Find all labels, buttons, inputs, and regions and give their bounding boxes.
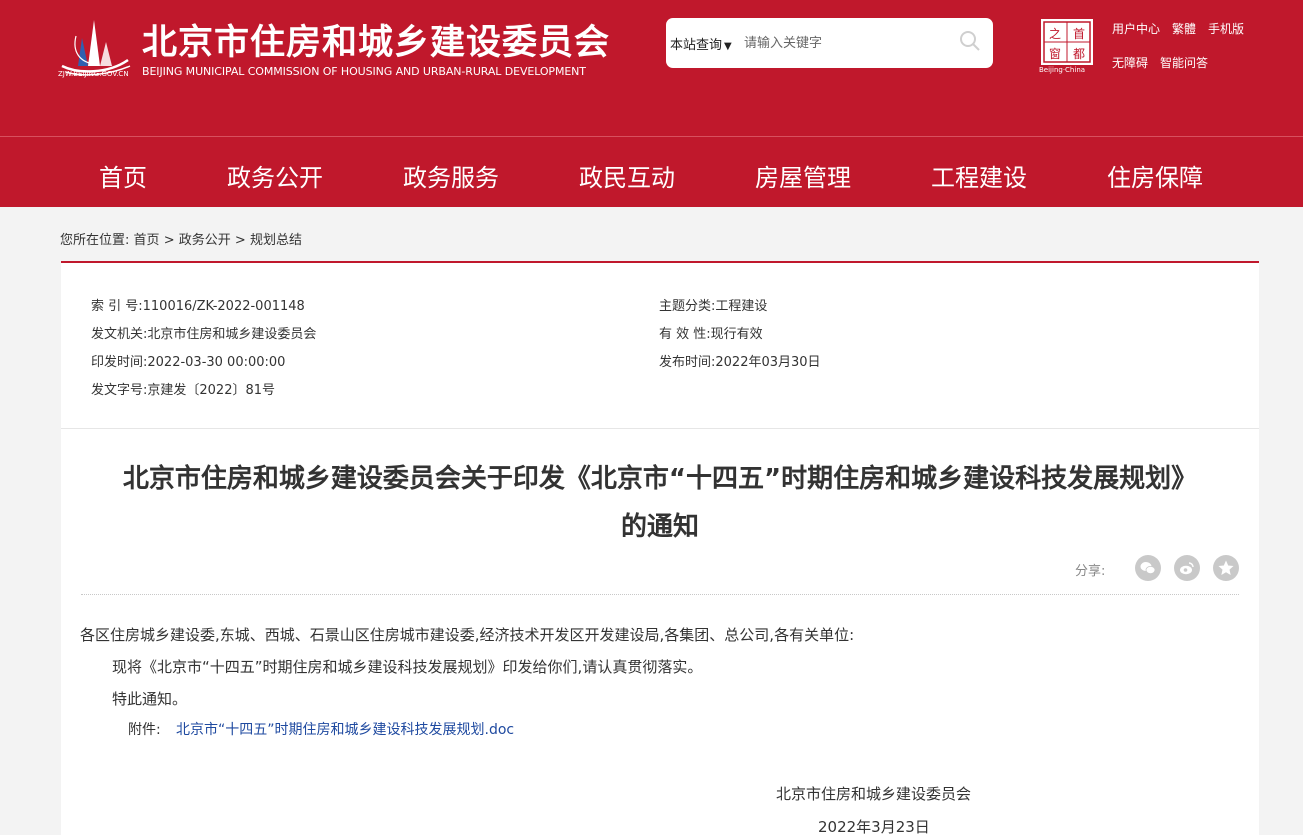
search-scope-label: 本站查询 bbox=[670, 38, 723, 53]
search-input[interactable] bbox=[744, 30, 944, 56]
capital-logo-caption: Beijing·China bbox=[1039, 66, 1086, 74]
breadcrumb: 您所在位置: 首页 > 政务公开 > 规划总结 bbox=[60, 229, 302, 248]
wechat-share-button[interactable] bbox=[1135, 555, 1161, 581]
article-title: 北京市住房和城乡建设委员会关于印发《北京市“十四五”时期住房和城乡建设科技发展规… bbox=[61, 455, 1259, 551]
traditional-chinese-link[interactable]: 繁體 bbox=[1172, 20, 1196, 37]
meta-validity: 有 效 性:现行有效 bbox=[659, 327, 763, 342]
meta-print-date: 印发时间:2022-03-30 00:00:00 bbox=[91, 355, 286, 370]
salutation: 各区住房城乡建设委,东城、西城、石景山区住房城市建设委,经济技术开发区开发建设局… bbox=[80, 626, 855, 644]
mobile-version-link[interactable]: 手机版 bbox=[1208, 20, 1244, 37]
meta-publish-date: 发布时间:2022年03月30日 bbox=[659, 355, 821, 370]
nav-item-construction[interactable]: 工程建设 bbox=[931, 158, 1027, 193]
meta-issuer: 发文机关:北京市住房和城乡建设委员会 bbox=[91, 327, 317, 342]
article-panel: 索 引 号:110016/ZK-2022-001148 发文机关:北京市住房和城… bbox=[61, 261, 1259, 835]
site-url: ZJW.BEIJING.GOV.CN bbox=[58, 70, 129, 78]
nav-item-housing-security[interactable]: 住房保障 bbox=[1107, 158, 1203, 193]
paragraph-1: 现将《北京市“十四五”时期住房和城乡建设科技发展规划》印发给你们,请认真贯彻落实… bbox=[112, 658, 703, 676]
meta-doc-no: 发文字号:京建发〔2022〕81号 bbox=[91, 383, 276, 398]
content-divider bbox=[81, 594, 1239, 595]
meta-index-no: 索 引 号:110016/ZK-2022-001148 bbox=[91, 299, 305, 314]
breadcrumb-planning-summary[interactable]: 规划总结 bbox=[250, 233, 302, 248]
paragraph-2: 特此通知。 bbox=[112, 690, 188, 708]
breadcrumb-prefix: 您所在位置: bbox=[60, 233, 130, 248]
commission-emblem-icon[interactable] bbox=[58, 16, 132, 78]
attachment-label: 附件: bbox=[128, 722, 161, 738]
breadcrumb-separator: > bbox=[163, 233, 175, 248]
article-title-line1: 北京市住房和城乡建设委员会关于印发《北京市“十四五”时期住房和城乡建设科技发展规… bbox=[122, 464, 1198, 494]
user-center-link[interactable]: 用户中心 bbox=[1112, 20, 1160, 37]
meta-topic: 主题分类:工程建设 bbox=[659, 299, 768, 314]
chevron-down-icon: ▼ bbox=[724, 41, 732, 52]
document-metadata: 索 引 号:110016/ZK-2022-001148 发文机关:北京市住房和城… bbox=[61, 263, 1259, 429]
breadcrumb-home[interactable]: 首页 bbox=[134, 233, 160, 248]
search-box: 本站查询 ▼ bbox=[666, 18, 993, 68]
star-icon bbox=[1218, 560, 1234, 575]
nav-item-housing-management[interactable]: 房屋管理 bbox=[755, 158, 851, 193]
breadcrumb-government-affairs[interactable]: 政务公开 bbox=[179, 233, 231, 248]
article-title-line2: 的通知 bbox=[620, 512, 699, 542]
search-scope-select[interactable]: 本站查询 ▼ bbox=[670, 34, 732, 53]
weibo-icon bbox=[1180, 562, 1194, 575]
share-label: 分享: bbox=[1075, 564, 1106, 579]
svg-text:之: 之 bbox=[1049, 27, 1061, 41]
nav-item-home[interactable]: 首页 bbox=[99, 158, 147, 193]
site-title[interactable]: 北京市住房和城乡建设委员会 bbox=[142, 14, 610, 65]
breadcrumb-separator: > bbox=[234, 233, 246, 248]
accessibility-link[interactable]: 无障碍 bbox=[1112, 54, 1148, 71]
site-header: 北京市住房和城乡建设委员会 BEIJING MUNICIPAL COMMISSI… bbox=[0, 0, 1303, 136]
attachment-link[interactable]: 北京市“十四五”时期住房和城乡建设科技发展规划.doc bbox=[176, 719, 514, 739]
svg-text:窗: 窗 bbox=[1049, 47, 1061, 61]
nav-item-government-services[interactable]: 政务服务 bbox=[403, 158, 499, 193]
nav-item-interaction[interactable]: 政民互动 bbox=[579, 158, 675, 193]
sign-date: 2022年3月23日 bbox=[818, 818, 930, 835]
signer: 北京市住房和城乡建设委员会 bbox=[776, 785, 972, 803]
weibo-share-button[interactable] bbox=[1174, 555, 1200, 581]
svg-text:都: 都 bbox=[1073, 47, 1085, 61]
search-icon[interactable] bbox=[958, 29, 982, 53]
svg-text:首: 首 bbox=[1073, 27, 1085, 41]
smart-qa-link[interactable]: 智能问答 bbox=[1160, 54, 1208, 71]
wechat-icon bbox=[1140, 562, 1156, 574]
favorite-share-button[interactable] bbox=[1213, 555, 1239, 581]
site-subtitle-en: BEIJING MUNICIPAL COMMISSION OF HOUSING … bbox=[142, 65, 586, 78]
main-nav: 首页 政务公开 政务服务 政民互动 房屋管理 工程建设 住房保障 bbox=[0, 137, 1303, 207]
nav-item-government-affairs[interactable]: 政务公开 bbox=[227, 158, 323, 193]
